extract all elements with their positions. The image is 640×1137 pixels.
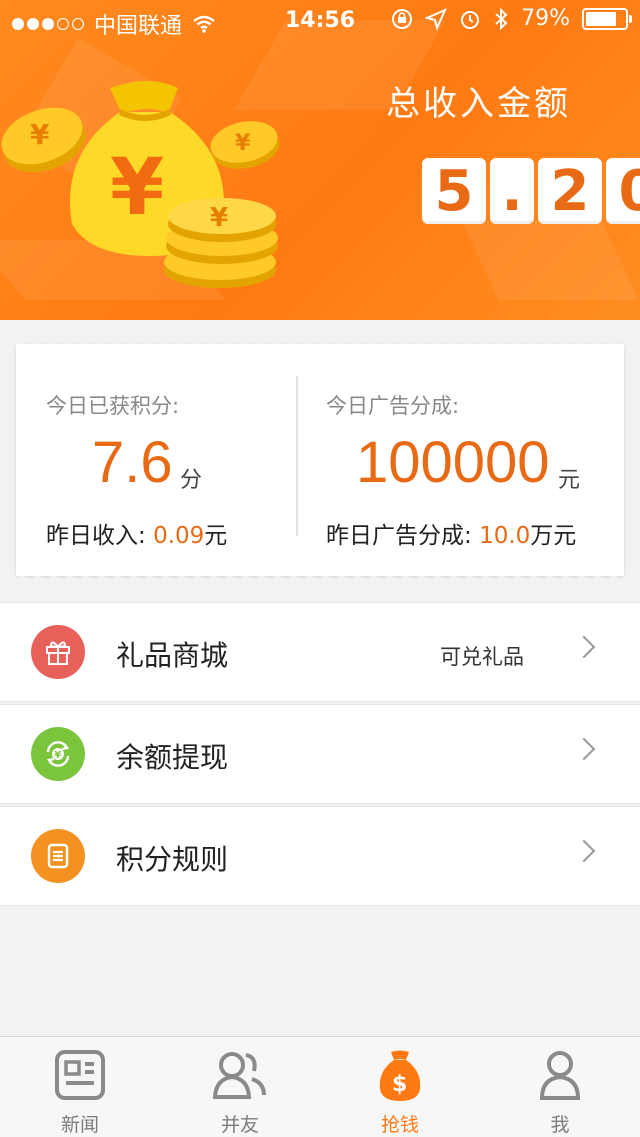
total-digit: 2 xyxy=(538,158,602,224)
rules-icon xyxy=(31,829,85,883)
tab-bar: 新闻 并友 $ 抢钱 我 xyxy=(0,1036,640,1137)
tab-me[interactable]: 我 xyxy=(480,1037,640,1137)
stats-divider xyxy=(296,376,298,536)
svg-text:¥: ¥ xyxy=(30,118,50,151)
points-unit: 分 xyxy=(180,468,203,493)
ad-share-label: 今日广告分成: xyxy=(326,394,460,418)
points-column: 今日已获积分: 7.6 分 昨日收入: 0.09元 xyxy=(46,344,286,576)
total-digit: 0 xyxy=(606,158,640,224)
menu-label: 礼品商城 xyxy=(116,639,229,672)
money-bag-icon: $ xyxy=(379,1050,421,1101)
total-income-display: 5 . 2 0 xyxy=(422,158,640,224)
tab-friends[interactable]: 并友 xyxy=(160,1037,320,1137)
svg-text:$: $ xyxy=(392,1072,407,1097)
yesterday-income-value: 0.09 xyxy=(153,523,205,549)
yesterday-ad-label: 昨日广告分成: xyxy=(326,523,472,549)
rotation-lock-icon xyxy=(392,8,413,29)
menu-hint: 可兑礼品 xyxy=(440,645,524,669)
withdraw-icon: ¥ xyxy=(31,727,85,781)
yesterday-ad-share: 昨日广告分成: 10.0万元 xyxy=(326,516,576,550)
coin-right-icon: ¥ xyxy=(210,121,280,169)
tab-grab-money[interactable]: $ 抢钱 xyxy=(320,1037,480,1137)
battery-percent: 79% xyxy=(521,6,570,31)
menu-item-withdraw[interactable]: ¥ 余额提现 xyxy=(0,704,640,804)
tab-label: 并友 xyxy=(220,1114,259,1136)
points-value: 7.6 xyxy=(92,430,173,495)
yesterday-income: 昨日收入: 0.09元 xyxy=(46,516,227,550)
yesterday-income-unit: 元 xyxy=(204,523,228,549)
svg-text:¥: ¥ xyxy=(54,750,61,761)
chevron-right-icon xyxy=(572,737,596,761)
total-digit: 5 xyxy=(422,158,486,224)
tab-label: 抢钱 xyxy=(380,1114,419,1136)
svg-text:¥: ¥ xyxy=(235,131,251,156)
chevron-right-icon xyxy=(572,839,596,863)
menu-label: 积分规则 xyxy=(116,843,229,876)
menu-label: 余额提现 xyxy=(116,741,229,774)
total-income-label: 总收入金额 xyxy=(386,84,571,124)
battery-icon xyxy=(582,7,632,30)
svg-text:¥: ¥ xyxy=(110,143,164,233)
yesterday-income-label: 昨日收入: xyxy=(46,523,146,549)
total-digit: . xyxy=(490,158,534,224)
gift-icon xyxy=(31,625,85,679)
money-bag-illustration: ¥ ¥ ¥ ¥ xyxy=(1,81,280,288)
ad-share-unit: 元 xyxy=(558,468,581,493)
header-banner: 中国联通 14:56 79% ¥ ¥ ¥ ¥ 总收入金额 5 . 2 0 xyxy=(0,0,640,320)
chevron-right-icon xyxy=(572,635,596,659)
alarm-icon xyxy=(461,10,480,29)
svg-text:¥: ¥ xyxy=(210,203,228,233)
tab-label: 新闻 xyxy=(60,1114,99,1136)
ad-share-column: 今日广告分成: 100000 元 昨日广告分成: 10.0万元 xyxy=(326,344,616,576)
status-bar: 中国联通 14:56 79% xyxy=(0,0,640,40)
tab-label: 我 xyxy=(550,1114,570,1136)
news-icon xyxy=(55,1050,105,1100)
stats-card: 今日已获积分: 7.6 分 昨日收入: 0.09元 今日广告分成: 100000… xyxy=(16,340,624,580)
ad-share-value: 100000 xyxy=(356,430,550,495)
menu-list: 礼品商城 可兑礼品 ¥ 余额提现 积分规则 xyxy=(0,602,640,908)
friends-icon xyxy=(212,1052,266,1099)
tab-news[interactable]: 新闻 xyxy=(0,1037,160,1137)
menu-item-points-rules[interactable]: 积分规则 xyxy=(0,806,640,906)
yesterday-ad-value: 10.0 xyxy=(479,523,531,549)
yesterday-ad-unit: 万元 xyxy=(530,523,577,549)
points-label: 今日已获积分: xyxy=(46,394,180,418)
location-icon xyxy=(425,7,448,30)
profile-icon xyxy=(539,1051,581,1100)
menu-item-gift-mall[interactable]: 礼品商城 可兑礼品 xyxy=(0,602,640,702)
bluetooth-icon xyxy=(495,7,508,30)
coin-stack-icon: ¥ xyxy=(164,198,278,288)
